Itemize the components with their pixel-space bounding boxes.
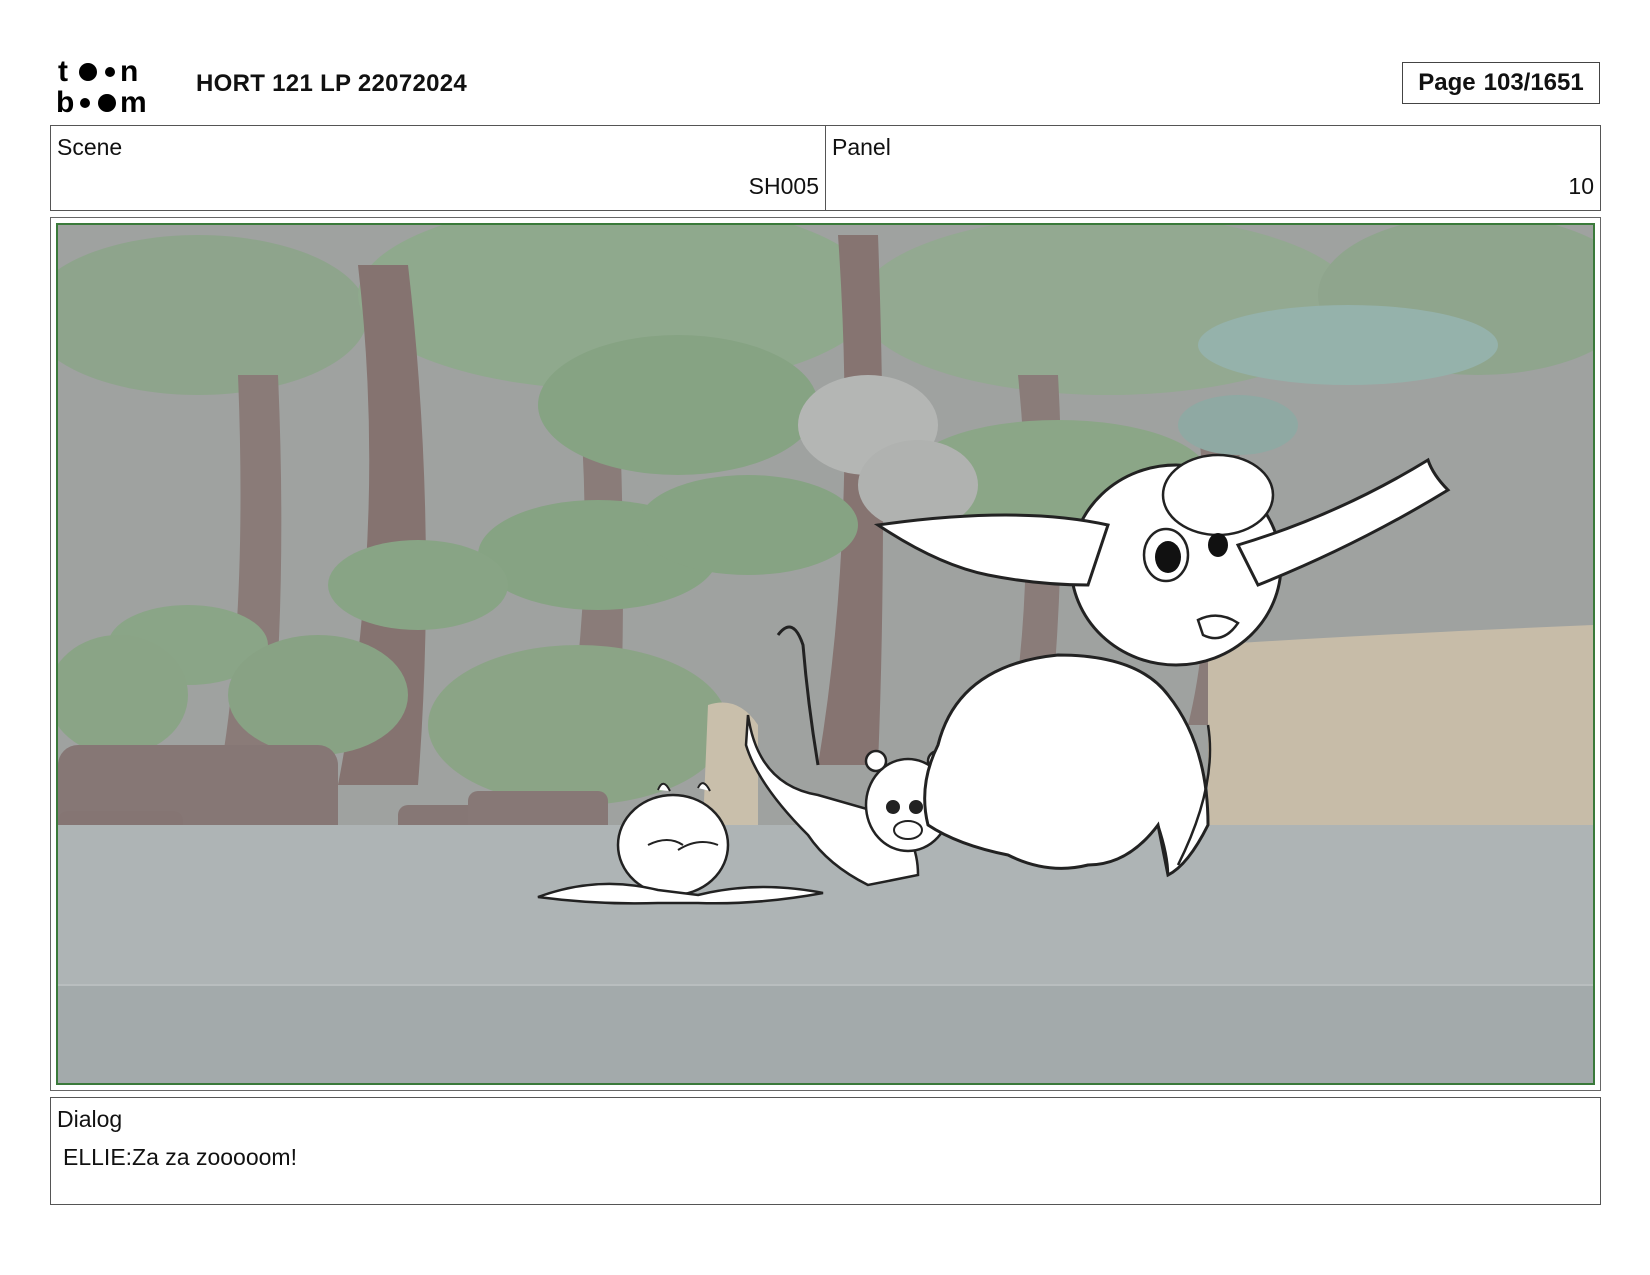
storyboard-image xyxy=(56,223,1595,1085)
dialog-box: Dialog ELLIE:Za za zooooom! xyxy=(50,1097,1601,1205)
scene-label: Scene xyxy=(57,134,123,160)
svg-text:t: t xyxy=(58,55,68,88)
dialog-text: ELLIE:Za za zooooom! xyxy=(63,1144,297,1170)
scene-cell: Scene SH005 xyxy=(51,126,825,210)
svg-text:n: n xyxy=(120,55,138,88)
dialog-label: Dialog xyxy=(57,1106,123,1132)
svg-text:m: m xyxy=(120,86,147,116)
page-label: Page xyxy=(1418,69,1476,96)
page-indicator: Page 103/1651 xyxy=(1402,62,1600,104)
panel-cell: Panel 10 xyxy=(825,126,1600,210)
scene-value: SH005 xyxy=(748,173,819,199)
toon-boom-logo: t n b m xyxy=(56,55,147,116)
panel-value: 10 xyxy=(1568,173,1594,199)
page-number: 103/1651 xyxy=(1483,69,1584,96)
project-title: HORT 121 LP 22072024 xyxy=(196,70,468,97)
svg-text:b: b xyxy=(56,86,74,116)
storyboard-artwork xyxy=(58,225,1593,1083)
scene-panel-row: Scene SH005 Panel 10 xyxy=(50,125,1601,211)
panel-label: Panel xyxy=(832,134,891,160)
storyboard-frame xyxy=(50,217,1601,1091)
